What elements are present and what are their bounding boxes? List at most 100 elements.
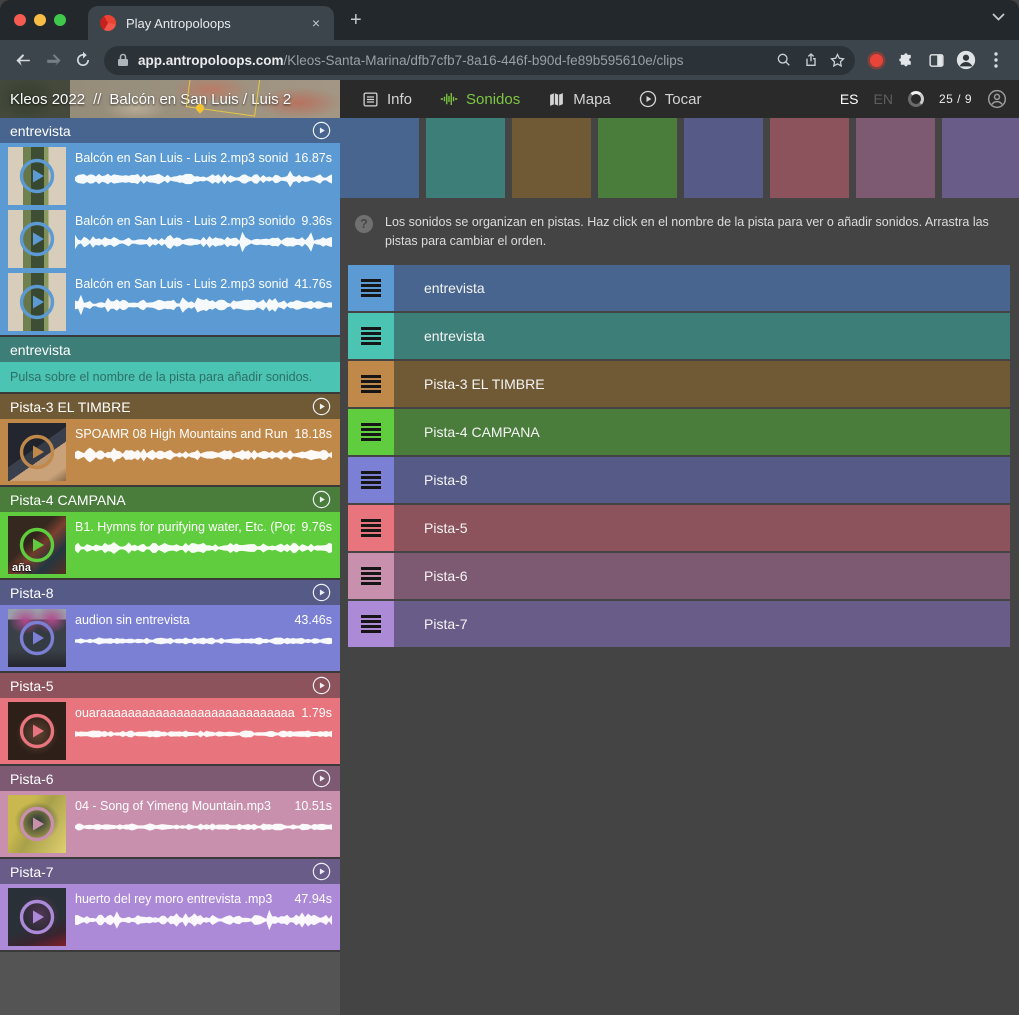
- clip-play-icon[interactable]: [19, 221, 55, 257]
- record-extension-icon[interactable]: [861, 45, 891, 75]
- drag-handle-icon[interactable]: [348, 601, 394, 647]
- track-row-bar[interactable]: Pista-5: [394, 505, 1010, 551]
- reload-icon[interactable]: [68, 45, 98, 75]
- back-icon[interactable]: [8, 45, 38, 75]
- drag-handle-icon[interactable]: [348, 265, 394, 311]
- account-icon[interactable]: [987, 89, 1007, 109]
- minimize-window-button[interactable]: [34, 14, 46, 26]
- drag-handle-icon[interactable]: [348, 505, 394, 551]
- new-tab-button[interactable]: +: [334, 10, 362, 40]
- clip-artwork[interactable]: [8, 147, 66, 205]
- clip-play-icon[interactable]: [19, 620, 55, 656]
- audio-clip[interactable]: huerto del rey moro entrevista .mp3 47.9…: [8, 888, 332, 946]
- clip-artwork[interactable]: [8, 609, 66, 667]
- track-row-bar[interactable]: Pista-7: [394, 601, 1010, 647]
- sidebar-track-section: Pista-4 CAMPANA aña B1. Hymns for purify…: [0, 487, 340, 578]
- forward-icon[interactable]: [38, 45, 68, 75]
- track-row[interactable]: Pista-4 CAMPANA: [348, 409, 1010, 455]
- track-header[interactable]: Pista-6: [0, 766, 340, 791]
- zoom-window-button[interactable]: [54, 14, 66, 26]
- track-play-button[interactable]: [312, 676, 331, 695]
- sidebar-track-section: Pista-3 EL TIMBRE SPOAMR 08 High Mountai…: [0, 394, 340, 485]
- language-en-button[interactable]: EN: [874, 91, 893, 107]
- drag-handle-icon[interactable]: [348, 361, 394, 407]
- track-row[interactable]: Pista-5: [348, 505, 1010, 551]
- track-row[interactable]: Pista-8: [348, 457, 1010, 503]
- track-play-button[interactable]: [312, 769, 331, 788]
- nav-item-tocar[interactable]: Tocar: [639, 90, 702, 108]
- track-header[interactable]: Pista-5: [0, 673, 340, 698]
- clip-artwork[interactable]: aña: [8, 516, 66, 574]
- track-row[interactable]: Pista-7: [348, 601, 1010, 647]
- drag-handle-icon[interactable]: [348, 553, 394, 599]
- track-row[interactable]: entrevista: [348, 265, 1010, 311]
- track-header[interactable]: Pista-8: [0, 580, 340, 605]
- browser-tab[interactable]: Play Antropoloops ×: [88, 6, 334, 40]
- track-play-button[interactable]: [312, 121, 331, 140]
- track-play-button[interactable]: [312, 862, 331, 881]
- track-header[interactable]: Pista-4 CAMPANA: [0, 487, 340, 512]
- browser-profile-avatar[interactable]: [951, 45, 981, 75]
- url-text[interactable]: app.antropoloops.com/Kleos-Santa-Marina/…: [138, 53, 770, 68]
- track-play-button[interactable]: [312, 397, 331, 416]
- clip-play-icon[interactable]: [19, 713, 55, 749]
- track-row[interactable]: entrevista: [348, 313, 1010, 359]
- track-header[interactable]: Pista-3 EL TIMBRE: [0, 394, 340, 419]
- audio-clip[interactable]: Balcón en San Luis - Luis 2.mp3 sonido h…: [8, 210, 332, 268]
- clip-artwork[interactable]: [8, 210, 66, 268]
- address-bar[interactable]: app.antropoloops.com/Kleos-Santa-Marina/…: [104, 46, 855, 75]
- audio-clip[interactable]: aña B1. Hymns for purifying water, Etc. …: [8, 516, 332, 574]
- browser-menu-kebab-icon[interactable]: [981, 45, 1011, 75]
- track-row-bar[interactable]: Pista-4 CAMPANA: [394, 409, 1010, 455]
- track-row-bar[interactable]: entrevista: [394, 265, 1010, 311]
- drag-handle-icon[interactable]: [348, 313, 394, 359]
- side-panel-icon[interactable]: [921, 45, 951, 75]
- track-row-bar[interactable]: Pista-3 EL TIMBRE: [394, 361, 1010, 407]
- clip-play-icon[interactable]: [19, 158, 55, 194]
- track-play-button[interactable]: [312, 490, 331, 509]
- audio-clip[interactable]: Balcón en San Luis - Luis 2.mp3 sonido h…: [8, 147, 332, 205]
- share-icon[interactable]: [797, 47, 824, 74]
- language-es-button[interactable]: ES: [840, 91, 859, 107]
- close-window-button[interactable]: [14, 14, 26, 26]
- audio-clip[interactable]: 04 - Song of Yimeng Mountain.mp3 10.51s: [8, 795, 332, 853]
- drag-handle-icon[interactable]: [348, 409, 394, 455]
- audio-clip[interactable]: SPOAMR 08 High Mountains and Running ...…: [8, 423, 332, 481]
- track-header[interactable]: Pista-7: [0, 859, 340, 884]
- track-row[interactable]: Pista-6: [348, 553, 1010, 599]
- zoom-page-icon[interactable]: [770, 47, 797, 74]
- breadcrumb[interactable]: Kleos 2022 // Balcón en San Luis / Luis …: [0, 80, 340, 118]
- track-play-button[interactable]: [312, 583, 331, 602]
- clip-play-icon[interactable]: [19, 284, 55, 320]
- tab-close-icon[interactable]: ×: [308, 13, 324, 33]
- track-row-bar[interactable]: Pista-8: [394, 457, 1010, 503]
- clip-artwork[interactable]: [8, 795, 66, 853]
- track-color-swatch: [942, 118, 1019, 198]
- track-row-bar[interactable]: entrevista: [394, 313, 1010, 359]
- track-title: Pista-3 EL TIMBRE: [10, 399, 131, 415]
- nav-item-sonidos[interactable]: Sonidos: [440, 91, 520, 108]
- clip-play-icon[interactable]: [19, 899, 55, 935]
- bookmark-star-icon[interactable]: [824, 47, 851, 74]
- track-color-swatch: [598, 118, 677, 198]
- audio-clip[interactable]: ouaraaaaaaaaaaaaaaaaaaaaaaaaaaaaaaaaaaaa…: [8, 702, 332, 760]
- clip-artwork[interactable]: [8, 273, 66, 331]
- clip-play-icon[interactable]: [19, 434, 55, 470]
- clip-play-icon[interactable]: [19, 527, 55, 563]
- extensions-puzzle-icon[interactable]: [891, 45, 921, 75]
- clip-artwork[interactable]: [8, 888, 66, 946]
- track-row[interactable]: Pista-3 EL TIMBRE: [348, 361, 1010, 407]
- clip-artwork[interactable]: [8, 702, 66, 760]
- audio-clip[interactable]: Balcón en San Luis - Luis 2.mp3 sonido h…: [8, 273, 332, 331]
- audio-clip[interactable]: audion sin entrevista 43.46s: [8, 609, 332, 667]
- track-header[interactable]: entrevista: [0, 118, 340, 143]
- clip-body: Balcón en San Luis - Luis 2.mp3 sonido h…: [75, 210, 332, 268]
- track-header[interactable]: entrevista: [0, 337, 340, 362]
- track-row-bar[interactable]: Pista-6: [394, 553, 1010, 599]
- drag-handle-icon[interactable]: [348, 457, 394, 503]
- nav-item-info[interactable]: Info: [362, 91, 412, 108]
- clip-artwork[interactable]: [8, 423, 66, 481]
- tab-search-chevron-icon[interactable]: [992, 13, 1005, 21]
- nav-item-mapa[interactable]: Mapa: [548, 91, 611, 108]
- clip-play-icon[interactable]: [19, 806, 55, 842]
